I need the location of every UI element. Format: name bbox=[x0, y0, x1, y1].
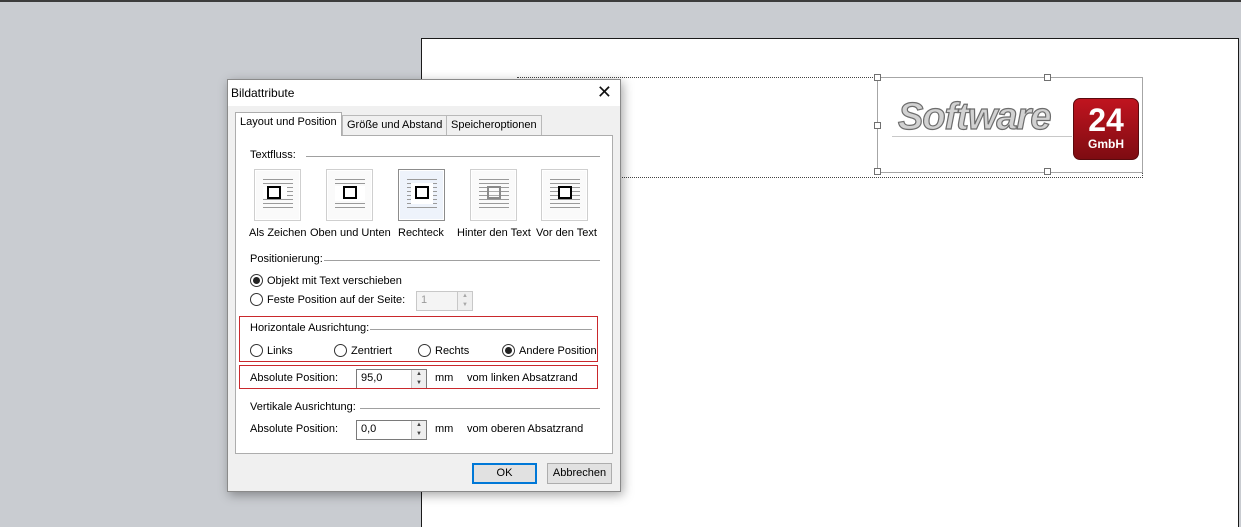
logo-number: 24 bbox=[1088, 102, 1124, 138]
radio-objekt-mit-text[interactable] bbox=[250, 274, 263, 287]
wrap-hinter-den-text-button[interactable] bbox=[470, 169, 517, 221]
radio-feste-position[interactable] bbox=[250, 293, 263, 306]
tab-layout-und-position[interactable]: Layout und Position bbox=[235, 112, 342, 136]
resize-handle-tl[interactable] bbox=[874, 74, 881, 81]
vertical-reference: vom oberen Absatzrand bbox=[467, 423, 584, 435]
image-square-icon bbox=[415, 186, 429, 199]
tab-speicheroptionen[interactable]: Speicheroptionen bbox=[446, 115, 542, 135]
spin-up-icon[interactable]: ▲ bbox=[412, 421, 426, 430]
logo-badge: 24 GmbH bbox=[1073, 98, 1139, 160]
vertical-abs-label: Absolute Position: bbox=[250, 423, 339, 435]
logo-word: Software bbox=[897, 95, 1052, 138]
vertical-unit: mm bbox=[435, 423, 454, 435]
positionierung-separator bbox=[324, 260, 600, 261]
vertical-position-value: 0,0 bbox=[361, 423, 377, 435]
tab-groesse-und-abstand[interactable]: Größe und Abstand bbox=[342, 115, 448, 135]
logo-suffix: GmbH bbox=[1088, 137, 1124, 151]
wrap-oben-und-unten-button[interactable] bbox=[326, 169, 373, 221]
textfluss-label: Textfluss: bbox=[250, 149, 296, 161]
wrap-label-hinter-den-text: Hinter den Text bbox=[457, 227, 531, 239]
resize-handle-top[interactable] bbox=[1044, 74, 1051, 81]
resize-handle-bl[interactable] bbox=[874, 168, 881, 175]
horizontal-alignment-highlight bbox=[239, 316, 598, 362]
image-square-behind-icon bbox=[487, 186, 501, 199]
wrap-label-vor-den-text: Vor den Text bbox=[536, 227, 597, 239]
page-number-spin-buttons[interactable]: ▲ ▼ bbox=[457, 292, 472, 310]
spin-up-icon[interactable]: ▲ bbox=[458, 292, 472, 301]
logo-underline bbox=[892, 136, 1072, 137]
window-top-border bbox=[0, 0, 1241, 2]
cancel-button[interactable]: Abbrechen bbox=[547, 463, 612, 484]
spin-down-icon[interactable]: ▼ bbox=[412, 430, 426, 439]
page-number-value: 1 bbox=[421, 294, 428, 306]
bildattribute-dialog: Bildattribute ✕ Layout und Position Größ… bbox=[227, 79, 621, 492]
wrap-label-oben-und-unten: Oben und Unten bbox=[310, 227, 391, 239]
dialog-title: Bildattribute bbox=[231, 86, 295, 100]
tab-panel: Textfluss: Als Zeichen Oben und Unten Re bbox=[235, 135, 613, 454]
wrap-label-rechteck: Rechteck bbox=[398, 227, 444, 239]
wrap-vor-den-text-button[interactable] bbox=[541, 169, 588, 221]
vertical-label: Vertikale Ausrichtung: bbox=[250, 401, 356, 413]
radio-label-objekt-mit-text: Objekt mit Text verschieben bbox=[267, 275, 402, 287]
absolute-position-highlight bbox=[239, 365, 598, 389]
positionierung-label: Positionierung: bbox=[250, 253, 323, 265]
selected-logo-image[interactable]: Software 24 GmbH bbox=[874, 74, 1143, 175]
vertical-position-stepper[interactable]: 0,0 ▲ ▼ bbox=[356, 420, 427, 440]
vertical-separator bbox=[360, 408, 600, 409]
image-square-icon bbox=[558, 186, 572, 199]
resize-handle-left[interactable] bbox=[874, 122, 881, 129]
textfluss-separator bbox=[306, 156, 600, 157]
resize-handle-bottom[interactable] bbox=[1044, 168, 1051, 175]
dialog-titlebar[interactable]: Bildattribute ✕ bbox=[228, 80, 620, 106]
spin-down-icon[interactable]: ▼ bbox=[458, 301, 472, 310]
close-icon[interactable]: ✕ bbox=[597, 82, 612, 102]
wrap-als-zeichen-button[interactable] bbox=[254, 169, 301, 221]
vertical-spin-buttons[interactable]: ▲ ▼ bbox=[411, 421, 426, 439]
radio-label-feste-position: Feste Position auf der Seite: bbox=[267, 294, 406, 306]
image-square-icon bbox=[267, 186, 281, 199]
wrap-rechteck-button[interactable] bbox=[398, 169, 445, 221]
wrap-label-als-zeichen: Als Zeichen bbox=[249, 227, 307, 239]
ok-button[interactable]: OK bbox=[472, 463, 537, 484]
page-number-stepper[interactable]: 1 ▲ ▼ bbox=[416, 291, 473, 311]
image-square-icon bbox=[343, 186, 357, 199]
